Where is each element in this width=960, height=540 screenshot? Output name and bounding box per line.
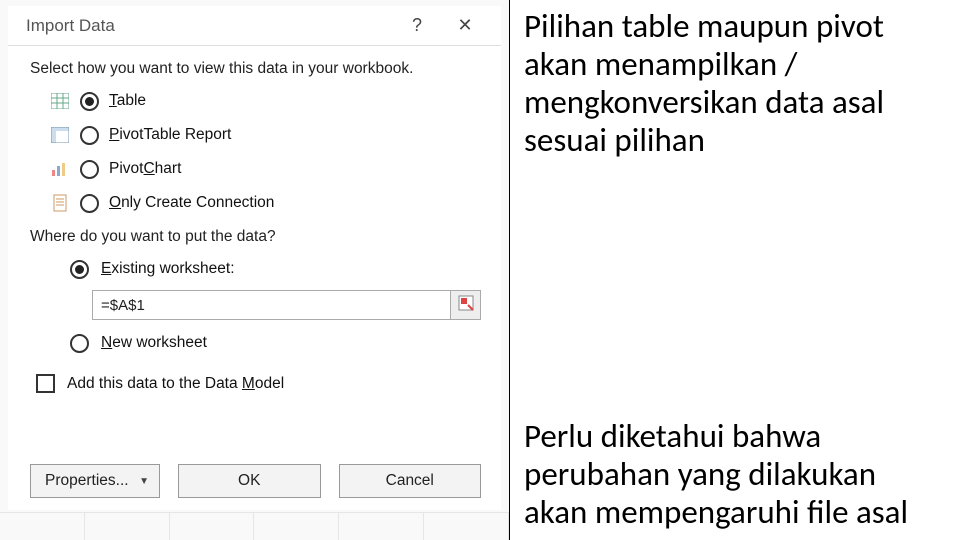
help-button[interactable]: ?	[393, 10, 441, 42]
pivotchart-icon	[50, 159, 70, 179]
range-picker-button[interactable]	[451, 290, 481, 320]
radio-table[interactable]	[80, 92, 99, 111]
data-model-label: Add this data to the Data Model	[67, 375, 284, 393]
option-pivottable-label: PivotTable Report	[109, 126, 231, 144]
close-icon: ✕	[457, 15, 472, 36]
properties-button-label: Properties...	[45, 472, 129, 490]
dialog-panel: Import Data ? ✕ Select how you want to v…	[0, 0, 510, 540]
close-button[interactable]: ✕	[441, 10, 489, 42]
ok-button[interactable]: OK	[178, 464, 321, 498]
cell-reference-input[interactable]	[92, 290, 451, 320]
annotation-panel: Pilihan table maupun pivot akan menampil…	[510, 0, 960, 540]
option-pivotchart-label: PivotChart	[109, 160, 181, 178]
option-existing-worksheet-label: Existing worksheet:	[101, 260, 235, 278]
option-pivotchart[interactable]: PivotChart	[30, 152, 481, 186]
import-data-dialog: Import Data ? ✕ Select how you want to v…	[8, 6, 501, 510]
properties-button[interactable]: Properties... ▼	[30, 464, 160, 498]
radio-pivottable[interactable]	[80, 126, 99, 145]
radio-only-connection[interactable]	[80, 194, 99, 213]
dialog-titlebar: Import Data ? ✕	[8, 6, 501, 46]
cancel-button[interactable]: Cancel	[339, 464, 482, 498]
connection-icon	[50, 193, 70, 213]
option-table-label: Table	[109, 92, 146, 110]
radio-existing-worksheet[interactable]	[70, 260, 89, 279]
placement-section-label: Where do you want to put the data?	[30, 228, 481, 246]
view-section-label: Select how you want to view this data in…	[30, 60, 481, 78]
annotation-paragraph-2: Perlu diketahui bahwa perubahan yang dil…	[524, 418, 946, 532]
option-pivottable[interactable]: PivotTable Report	[30, 118, 481, 152]
annotation-paragraph-1: Pilihan table maupun pivot akan menampil…	[524, 8, 946, 160]
pivottable-icon	[50, 125, 70, 145]
range-picker-icon	[457, 294, 475, 317]
cell-reference-row	[30, 290, 481, 320]
dialog-title: Import Data	[26, 16, 393, 36]
option-existing-worksheet[interactable]: Existing worksheet:	[30, 252, 481, 286]
spreadsheet-grid-background	[0, 512, 509, 540]
chevron-down-icon: ▼	[139, 476, 149, 487]
dialog-body: Select how you want to view this data in…	[8, 46, 501, 458]
data-model-row[interactable]: Add this data to the Data Model	[30, 374, 481, 393]
option-only-connection-label: Only Create Connection	[109, 194, 274, 212]
radio-new-worksheet[interactable]	[70, 334, 89, 353]
radio-pivotchart[interactable]	[80, 160, 99, 179]
checkbox-data-model[interactable]	[36, 374, 55, 393]
option-table[interactable]: Table	[30, 84, 481, 118]
table-icon	[50, 91, 70, 111]
option-only-connection[interactable]: Only Create Connection	[30, 186, 481, 220]
dialog-footer: Properties... ▼ OK Cancel	[8, 458, 501, 510]
option-new-worksheet-label: New worksheet	[101, 334, 207, 352]
option-new-worksheet[interactable]: New worksheet	[30, 326, 481, 360]
